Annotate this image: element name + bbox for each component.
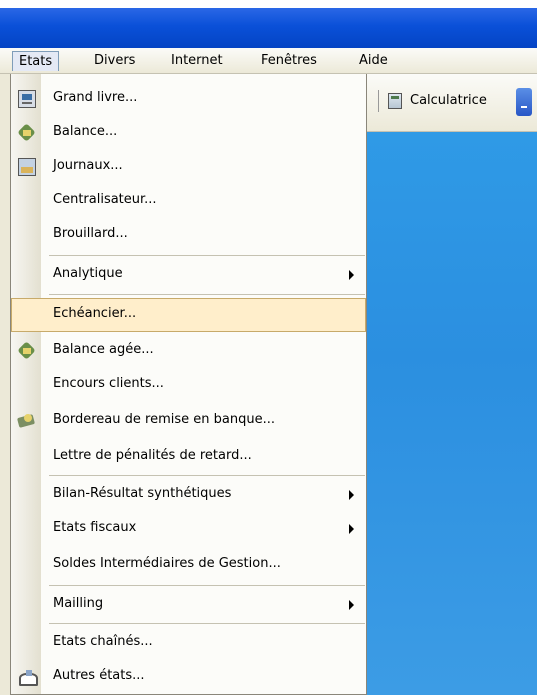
menu-aide[interactable]: Aide [353, 51, 394, 71]
menu-item-mailling[interactable]: Mailling [11, 588, 366, 622]
menu-item-etats-fiscaux[interactable]: Etats fiscaux [11, 512, 366, 546]
desktop-background [366, 132, 537, 695]
journal-icon [18, 158, 36, 176]
menu-divers[interactable]: Divers [88, 51, 141, 71]
money-icon [18, 412, 36, 430]
menu-separator [49, 294, 365, 295]
menu-bar: Etats Divers Internet Fenêtres Aide [0, 48, 537, 74]
menu-item-label: Balance agée... [53, 342, 154, 357]
menu-item-label: Centralisateur... [53, 192, 157, 207]
menu-item-label: Etats fiscaux [53, 520, 137, 535]
menu-item-centralisateur[interactable]: Centralisateur... [11, 184, 366, 218]
top-strip [0, 0, 537, 8]
menu-item-label: Bordereau de remise en banque... [53, 412, 275, 427]
menu-item-label: Bilan-Résultat synthétiques [53, 486, 232, 501]
menu-item-label: Lettre de pénalités de retard... [53, 448, 252, 463]
menu-item-label: Etats chaînés... [53, 634, 153, 649]
menu-item-etats-chaines[interactable]: Etats chaînés... [11, 626, 366, 660]
calculatrice-label: Calculatrice [410, 93, 487, 108]
menu-item-soldes-intermediaires[interactable]: Soldes Intermédiaires de Gestion... [11, 548, 366, 582]
title-bar [0, 8, 537, 48]
submenu-arrow-icon [349, 524, 354, 534]
menu-item-grand-livre[interactable]: Grand livre... [11, 82, 366, 116]
menu-separator [49, 585, 365, 586]
menu-item-label: Encours clients... [53, 376, 164, 391]
menu-item-label: Analytique [53, 266, 123, 281]
menu-separator [49, 475, 365, 476]
menu-separator [49, 255, 365, 256]
menu-item-bilan-resultat[interactable]: Bilan-Résultat synthétiques [11, 478, 366, 512]
menu-item-balance-agee[interactable]: Balance agée... [11, 334, 366, 368]
menu-item-label: Echéancier... [53, 306, 137, 321]
submenu-arrow-icon [349, 600, 354, 610]
submenu-arrow-icon [349, 490, 354, 500]
menu-item-lettre-penalites[interactable]: Lettre de pénalités de retard... [11, 440, 366, 474]
menu-item-label: Autres états... [53, 668, 145, 683]
menu-item-balance[interactable]: Balance... [11, 116, 366, 150]
menu-item-encours-clients[interactable]: Encours clients... [11, 368, 366, 402]
calculator-icon [388, 93, 402, 109]
menu-item-label: Mailling [53, 596, 104, 611]
menu-item-brouillard[interactable]: Brouillard... [11, 218, 366, 252]
menu-item-journaux[interactable]: Journaux... [11, 150, 366, 184]
menu-item-label: Brouillard... [53, 226, 128, 241]
toolbar-options-chevron-icon[interactable] [516, 88, 532, 116]
calculatrice-button[interactable]: Calculatrice [388, 88, 487, 114]
menu-separator [49, 623, 365, 624]
menu-item-label: Grand livre... [53, 90, 138, 105]
menu-etats[interactable]: Etats [12, 51, 60, 71]
menu-item-autres-etats[interactable]: Autres états... [11, 660, 366, 694]
left-window-edge [0, 74, 10, 695]
menu-internet[interactable]: Internet [165, 51, 229, 71]
toolbar-separator [378, 90, 379, 112]
balance-icon [18, 124, 36, 142]
menu-item-label: Balance... [53, 124, 118, 139]
menu-item-bordereau-remise[interactable]: Bordereau de remise en banque... [11, 404, 366, 438]
menu-item-label: Soldes Intermédiaires de Gestion... [53, 556, 281, 571]
menu-item-label: Journaux... [53, 158, 123, 173]
menu-item-echeancier[interactable]: Echéancier... [11, 298, 366, 332]
menu-fenetres[interactable]: Fenêtres [255, 51, 323, 71]
etats-dropdown-menu: Grand livre... Balance... Journaux... Ce… [10, 74, 367, 695]
ledger-icon [18, 90, 36, 108]
toolbar: Calculatrice [366, 74, 537, 132]
balance-icon [18, 342, 36, 360]
printer-icon [18, 668, 38, 686]
submenu-arrow-icon [349, 270, 354, 280]
menu-item-analytique[interactable]: Analytique [11, 258, 366, 292]
